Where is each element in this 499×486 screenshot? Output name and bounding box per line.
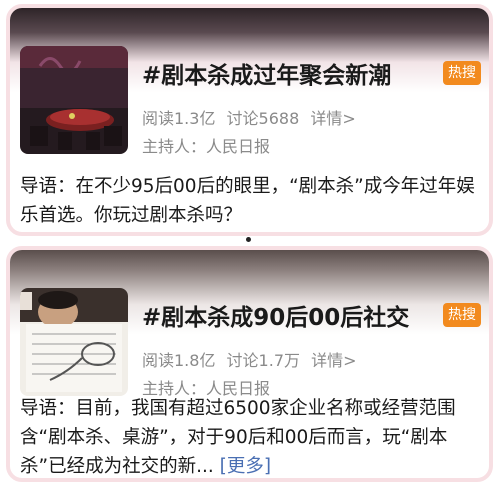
description-text: 导语：在不少95后00后的眼里，“剧本杀”成今年过年娱乐首选。你玩过剧本杀吗？ — [20, 176, 475, 226]
hot-search-badge: 热搜 — [443, 61, 481, 85]
read-count: 阅读1.3亿 — [142, 109, 216, 128]
topic-title[interactable]: #剧本杀成90后00后社交 — [142, 298, 432, 332]
details-link[interactable]: 详情> — [311, 351, 356, 370]
topic-thumbnail-1[interactable] — [20, 46, 128, 154]
topic-stats: 阅读1.8亿 讨论1.7万 详情> — [142, 347, 363, 371]
topic-stats: 阅读1.3亿 讨论5688 详情> — [142, 105, 362, 129]
separator-dot — [246, 237, 251, 242]
topic-thumbnail-2[interactable] — [20, 288, 128, 396]
topic-description: 导语：目前，我国有超过6500家企业名称或经营范围含“剧本杀、桌游”，对于90后… — [20, 394, 482, 478]
hot-search-badge: 热搜 — [443, 303, 481, 327]
topic-card-2[interactable]: #剧本杀成90后00后社交 热搜 阅读1.8亿 讨论1.7万 详情> 主持人：人… — [6, 246, 493, 482]
details-link[interactable]: 详情> — [310, 109, 355, 128]
more-link[interactable]: [更多] — [220, 456, 271, 477]
read-count: 阅读1.8亿 — [142, 351, 216, 370]
host-label: 主持人：人民日报 — [142, 137, 271, 156]
topic-description: 导语：在不少95后00后的眼里，“剧本杀”成今年过年娱乐首选。你玩过剧本杀吗？ — [20, 172, 482, 230]
topic-title[interactable]: #剧本杀成过年聚会新潮 — [142, 56, 432, 90]
discussion-count: 讨论1.7万 — [226, 351, 300, 370]
topic-card-1[interactable]: #剧本杀成过年聚会新潮 热搜 阅读1.3亿 讨论5688 详情> 主持人：人民日… — [6, 4, 493, 236]
discussion-count: 讨论5688 — [226, 109, 300, 128]
